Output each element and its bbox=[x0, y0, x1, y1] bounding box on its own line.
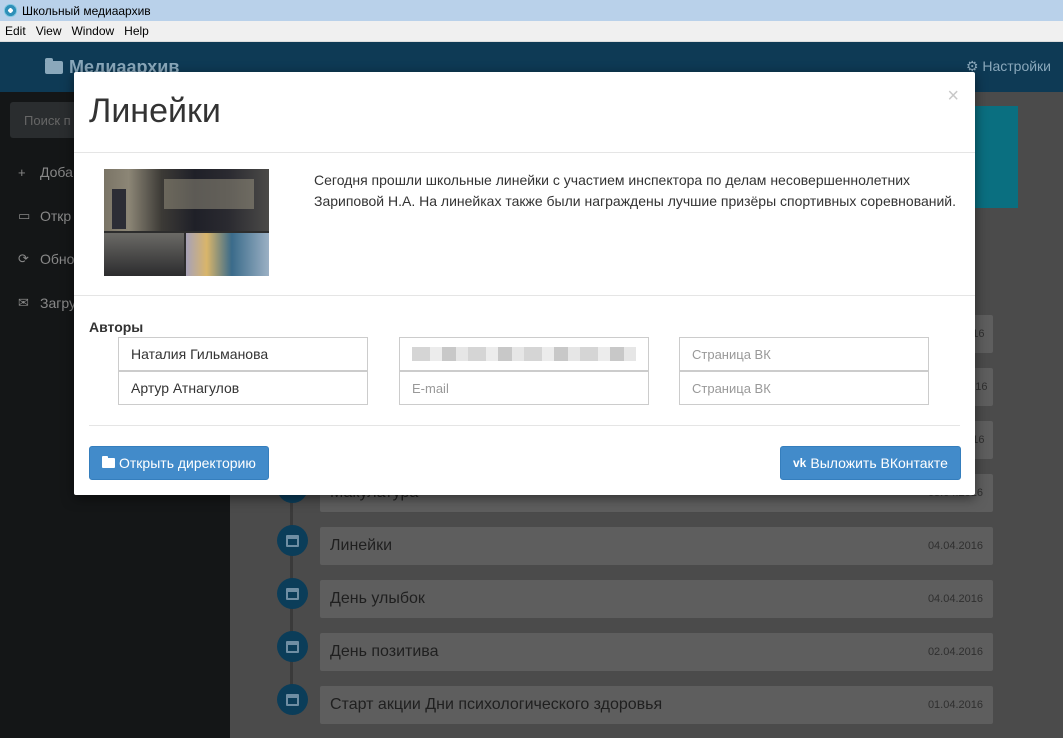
modal-header: Линейки × bbox=[74, 72, 975, 153]
event-date: 04.04.2016 bbox=[927, 593, 983, 605]
list-item[interactable]: День позитива 02.04.2016 bbox=[320, 633, 993, 671]
author-vk-field[interactable]: Страница ВК bbox=[679, 371, 929, 405]
event-title: День улыбок bbox=[330, 590, 425, 607]
sidebar-item-label: Доба bbox=[40, 164, 73, 180]
photo-segment bbox=[104, 233, 184, 276]
author-name-field[interactable]: Артур Атнагулов bbox=[118, 371, 368, 405]
window-titlebar: Школьный медиаархив bbox=[0, 0, 1063, 21]
folder-open-icon: ▭ bbox=[18, 208, 31, 223]
sidebar-item-upload[interactable]: ✉ Загру bbox=[18, 293, 76, 313]
post-vk-label: Выложить ВКонтакте bbox=[810, 455, 948, 471]
menu-view[interactable]: View bbox=[31, 24, 67, 38]
menu-bar: Edit View Window Help bbox=[0, 21, 1063, 42]
app-icon bbox=[4, 4, 17, 17]
calendar-icon bbox=[286, 693, 299, 706]
sidebar-item-open[interactable]: ▭ Откр bbox=[18, 206, 71, 226]
calendar-icon bbox=[286, 587, 299, 600]
vk-icon: vk bbox=[793, 456, 807, 470]
event-marker bbox=[277, 525, 308, 556]
event-marker bbox=[277, 578, 308, 609]
photo-segment bbox=[186, 233, 269, 276]
author-vk-field[interactable]: Страница ВК bbox=[679, 337, 929, 371]
sidebar-item-label: Загру bbox=[40, 295, 76, 311]
author-email-field[interactable] bbox=[399, 337, 649, 371]
open-directory-label: Открыть директорию bbox=[119, 455, 256, 471]
modal-body: Сегодня прошли школьные линейки с участи… bbox=[74, 154, 975, 296]
window-title: Школьный медиаархив bbox=[22, 3, 151, 18]
list-item[interactable]: Линейки 04.04.2016 bbox=[320, 527, 993, 565]
event-description: Сегодня прошли школьные линейки с участи… bbox=[314, 172, 957, 209]
photo-segment bbox=[164, 179, 254, 209]
event-date: 04.04.2016 bbox=[927, 540, 983, 552]
envelope-icon: ✉ bbox=[18, 295, 29, 310]
modal-title: Линейки bbox=[89, 92, 221, 130]
sidebar-item-add[interactable]: + Доба bbox=[18, 162, 73, 182]
sidebar-item-label: Обно bbox=[40, 251, 75, 267]
event-title: День позитива bbox=[330, 643, 439, 660]
sidebar-item-label: Откр bbox=[40, 208, 72, 224]
event-photo[interactable] bbox=[104, 169, 269, 276]
settings-link[interactable]: ⚙ Настройки bbox=[966, 58, 1051, 75]
event-marker bbox=[277, 684, 308, 715]
footer-divider bbox=[89, 425, 960, 426]
redacted-email bbox=[412, 347, 636, 361]
calendar-icon bbox=[286, 534, 299, 547]
sidebar-item-refresh[interactable]: ⟳ Обно bbox=[18, 249, 74, 269]
calendar-icon bbox=[286, 640, 299, 653]
author-name-field[interactable]: Наталия Гильманова bbox=[118, 337, 368, 371]
event-title: Старт акции Дни психологического здоровь… bbox=[330, 696, 663, 713]
refresh-icon: ⟳ bbox=[18, 251, 29, 266]
menu-window[interactable]: Window bbox=[66, 24, 119, 38]
close-icon[interactable]: × bbox=[947, 86, 959, 106]
authors-label: Авторы bbox=[89, 319, 144, 335]
menu-help[interactable]: Help bbox=[119, 24, 154, 38]
menu-edit[interactable]: Edit bbox=[0, 24, 31, 38]
photo-segment bbox=[112, 189, 126, 229]
plus-icon: + bbox=[18, 164, 26, 180]
list-item[interactable]: День улыбок 04.04.2016 bbox=[320, 580, 993, 618]
open-directory-button[interactable]: Открыть директорию bbox=[89, 446, 269, 480]
author-email-field[interactable]: E-mail bbox=[399, 371, 649, 405]
event-date: 01.04.2016 bbox=[927, 699, 983, 711]
event-date: 02.04.2016 bbox=[927, 646, 983, 658]
event-title: Линейки bbox=[330, 537, 393, 554]
folder-icon bbox=[45, 57, 63, 74]
event-modal: Линейки × Сегодня прошли школьные линейк… bbox=[74, 72, 975, 495]
event-marker bbox=[277, 631, 308, 662]
list-item[interactable]: Старт акции Дни психологического здоровь… bbox=[320, 686, 993, 724]
post-vk-button[interactable]: vk Выложить ВКонтакте bbox=[780, 446, 961, 480]
settings-label: Настройки bbox=[982, 58, 1051, 74]
folder-icon bbox=[102, 456, 115, 468]
